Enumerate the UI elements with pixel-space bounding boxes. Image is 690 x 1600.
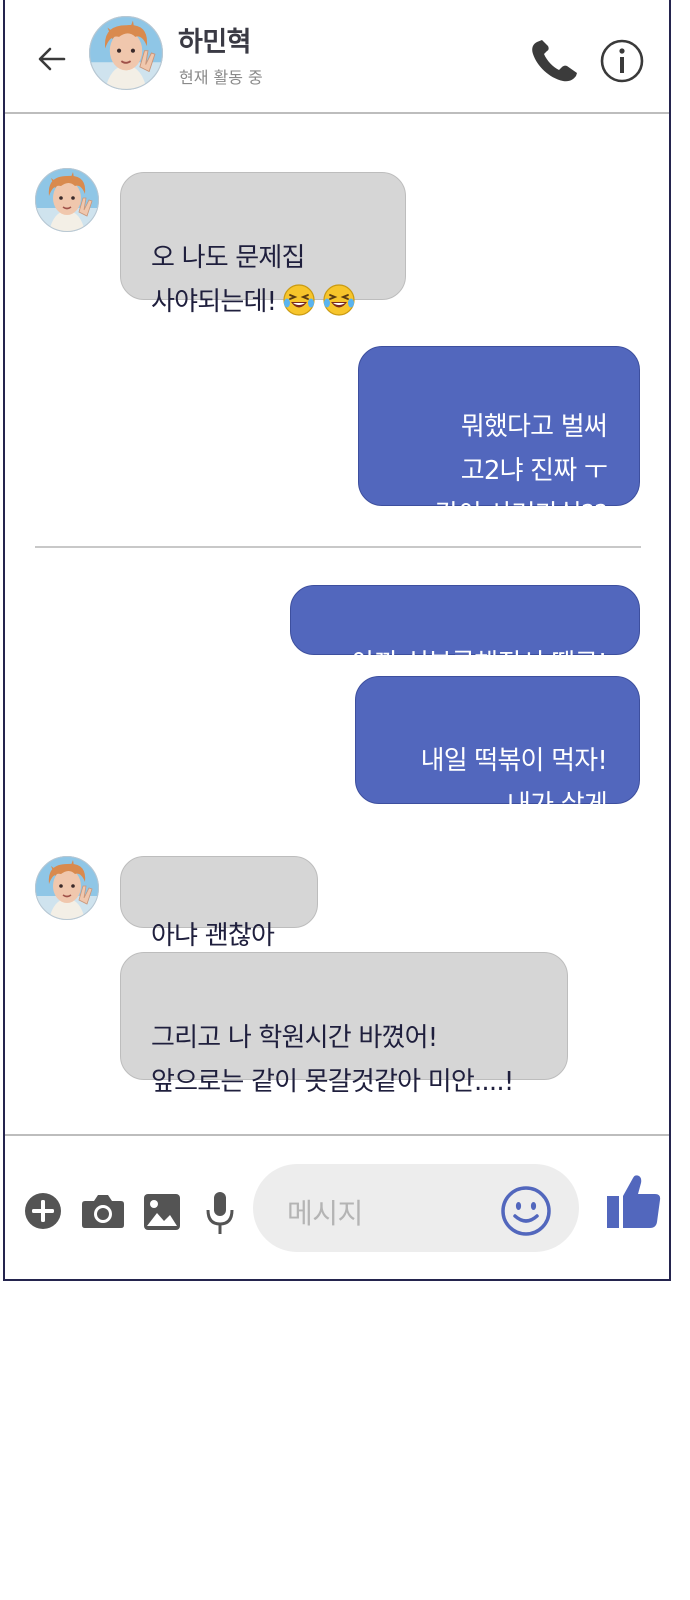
message-bubble-outgoing: 아까 심부름해줘서 땡큐! bbox=[290, 585, 640, 679]
thumbs-up-icon bbox=[607, 1175, 661, 1228]
message-text: 내일 떡볶이 먹자! 내가 살게 bbox=[420, 746, 608, 820]
back-arrow-icon bbox=[38, 47, 66, 71]
message-bubble-incoming: 오 나도 문제집 사야되는데! bbox=[120, 172, 406, 317]
message-text: 뭐했다고 벌써 고2냐 진짜 ㅜ 같이 사러가실?? bbox=[434, 412, 608, 530]
message-bubble-incoming: 그리고 나 학원시간 바꼈어! 앞으로는 같이 못갈것같아 미안....! bbox=[120, 952, 568, 1097]
back-button[interactable] bbox=[35, 42, 69, 76]
camera-button[interactable] bbox=[81, 1193, 125, 1229]
emoji-button[interactable] bbox=[499, 1184, 553, 1238]
call-button[interactable] bbox=[527, 38, 581, 84]
gallery-button[interactable] bbox=[143, 1193, 181, 1231]
composer-divider bbox=[5, 1134, 669, 1136]
contact-name: 하민혁 bbox=[178, 27, 252, 58]
voice-button[interactable] bbox=[205, 1190, 235, 1236]
info-button[interactable] bbox=[599, 38, 645, 84]
header-divider bbox=[5, 112, 669, 114]
microphone-icon bbox=[206, 1192, 234, 1234]
contact-status: 현재 활동 중 bbox=[179, 68, 263, 87]
camera-icon bbox=[82, 1195, 124, 1228]
message-bubble-outgoing: 내일 떡볶이 먹자! 내가 살게 bbox=[355, 676, 640, 820]
rolling-on-floor-laughing-emoji bbox=[282, 283, 316, 317]
message-bubble-outgoing: 뭐했다고 벌써 고2냐 진짜 ㅜ 같이 사러가실?? bbox=[358, 346, 640, 530]
message-text: 아까 심부름해줘서 땡큐! bbox=[351, 649, 608, 679]
phone-icon bbox=[532, 40, 577, 82]
plus-circle-icon bbox=[25, 1193, 61, 1229]
rolling-on-floor-laughing-emoji bbox=[322, 283, 356, 317]
phone-frame: 하민혁 현재 활동 중 오 나도 문제집 사야되는데! 뭐했다고 벌써 고2냐 … bbox=[3, 0, 671, 1281]
add-button[interactable] bbox=[23, 1191, 63, 1231]
sender-avatar[interactable] bbox=[35, 168, 99, 232]
message-text: 아냐 괜찮아 bbox=[151, 921, 275, 951]
image-icon bbox=[144, 1194, 180, 1230]
chat-header: 하민혁 현재 활동 중 bbox=[5, 0, 669, 114]
sender-avatar[interactable] bbox=[35, 856, 99, 920]
message-bubble-incoming: 아냐 괜찮아 bbox=[120, 856, 318, 951]
message-input-placeholder: 메시지 bbox=[287, 1197, 363, 1230]
like-button[interactable] bbox=[605, 1172, 663, 1232]
info-icon bbox=[600, 39, 644, 83]
contact-avatar[interactable] bbox=[89, 16, 163, 90]
message-text: 그리고 나 학원시간 바꼈어! 앞으로는 같이 못갈것같아 미안....! bbox=[151, 1023, 514, 1097]
conversation-divider bbox=[35, 546, 641, 548]
smiley-icon bbox=[501, 1186, 551, 1236]
